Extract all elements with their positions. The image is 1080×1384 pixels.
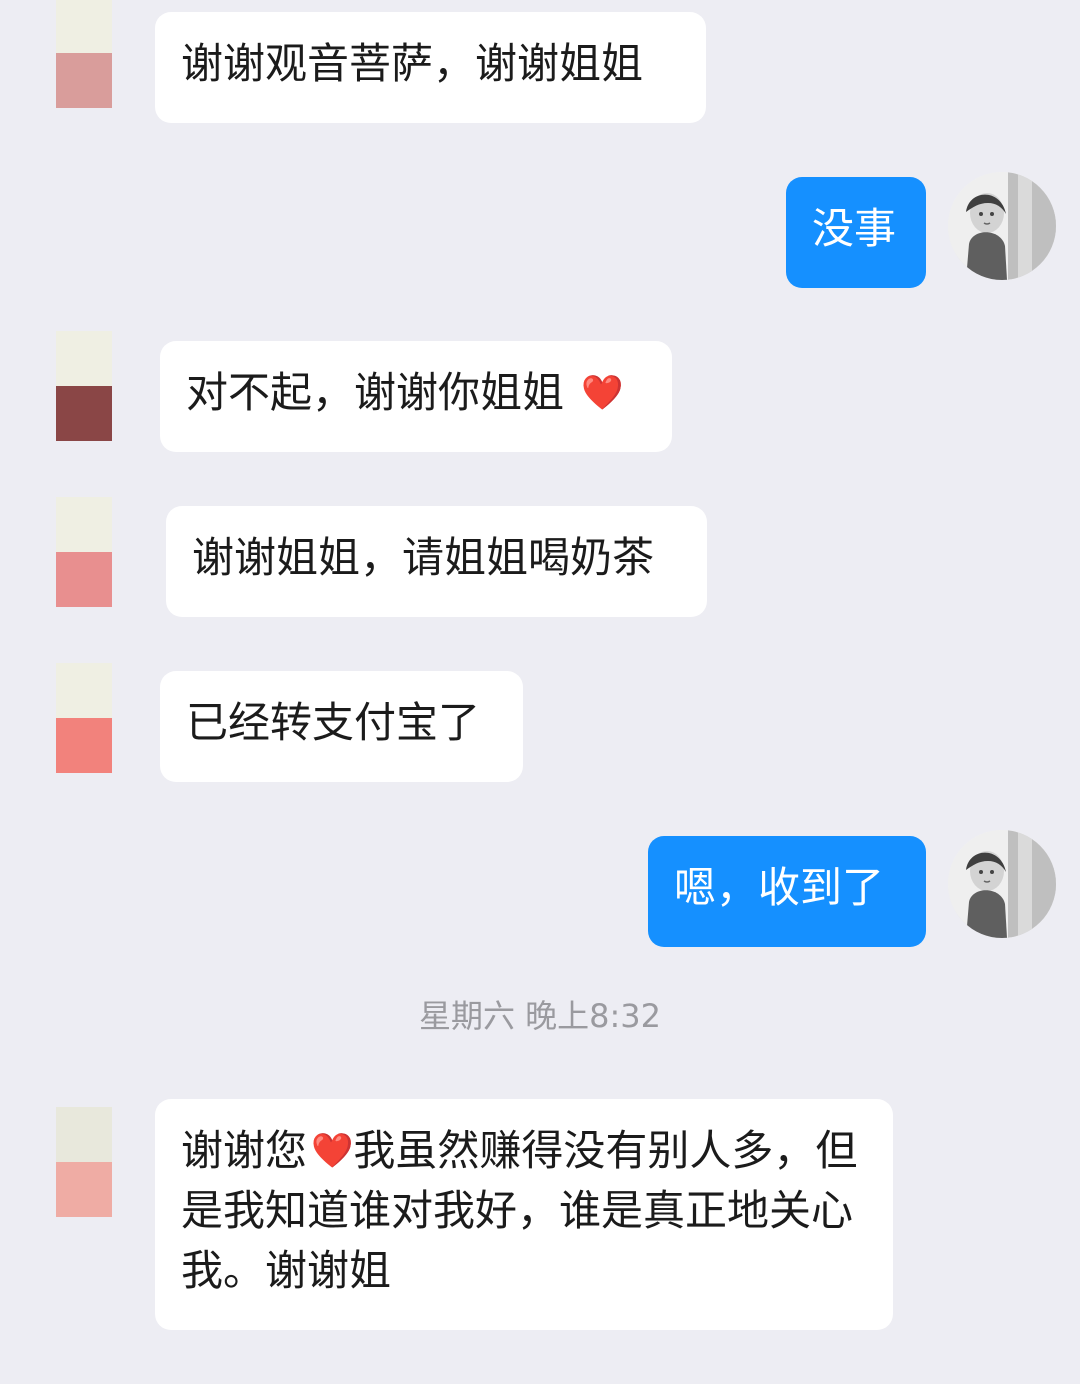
contact-avatar[interactable] (56, 1107, 112, 1217)
message-text: 没事 (812, 204, 897, 253)
user-avatar-icon[interactable] (948, 172, 1056, 280)
avatar-bottom-block (56, 1162, 112, 1217)
avatar-top-block (56, 663, 112, 718)
avatar-bottom-block (56, 718, 112, 773)
message-bubble-incoming[interactable]: 谢谢您 ❤️我虽然赚得没有别人多，但是我知道谁对我好，谁是真正地关心我。谢谢姐 (155, 1099, 893, 1330)
message-bubble-outgoing[interactable]: 没事 (786, 177, 926, 288)
message-bubble-incoming[interactable]: 谢谢姐姐，请姐姐喝奶茶 (166, 506, 707, 617)
contact-avatar[interactable] (56, 497, 112, 607)
avatar-top-block (56, 497, 112, 552)
message-text: 嗯，收到了 (674, 863, 885, 912)
avatar-top-block (56, 331, 112, 386)
message-text-before-emoji: 谢谢您 (181, 1126, 308, 1175)
message-bubble-incoming[interactable]: 对不起，谢谢你姐姐 ❤️ (160, 341, 672, 452)
message-text: 谢谢姐姐，请姐姐喝奶茶 (192, 533, 655, 582)
contact-avatar[interactable] (56, 663, 112, 773)
contact-avatar[interactable] (56, 331, 112, 441)
avatar-top-block (56, 0, 112, 53)
contact-avatar[interactable] (56, 0, 112, 108)
avatar-bottom-block (56, 552, 112, 607)
message-bubble-outgoing[interactable]: 嗯，收到了 (648, 836, 926, 947)
message-text: 对不起，谢谢你姐姐 (186, 368, 565, 417)
chat-thread: 谢谢观音菩萨，谢谢姐姐 没事 对不起，谢谢你姐姐 ❤️ 谢谢姐姐，请姐姐喝奶茶 (0, 0, 1080, 1384)
avatar-bottom-block (56, 386, 112, 441)
message-timestamp: 星期六 晚上8:32 (418, 997, 662, 1035)
message-text: 谢谢观音菩萨，谢谢姐姐 (181, 39, 644, 88)
heart-emoji-icon: ❤️ (311, 1131, 354, 1171)
message-bubble-incoming[interactable]: 已经转支付宝了 (160, 671, 523, 782)
avatar-top-block (56, 1107, 112, 1162)
user-avatar-icon[interactable] (948, 830, 1056, 938)
message-bubble-incoming[interactable]: 谢谢观音菩萨，谢谢姐姐 (155, 12, 706, 123)
message-text: 已经转支付宝了 (186, 698, 481, 747)
heart-emoji-icon: ❤️ (581, 373, 624, 413)
avatar-bottom-block (56, 53, 112, 108)
